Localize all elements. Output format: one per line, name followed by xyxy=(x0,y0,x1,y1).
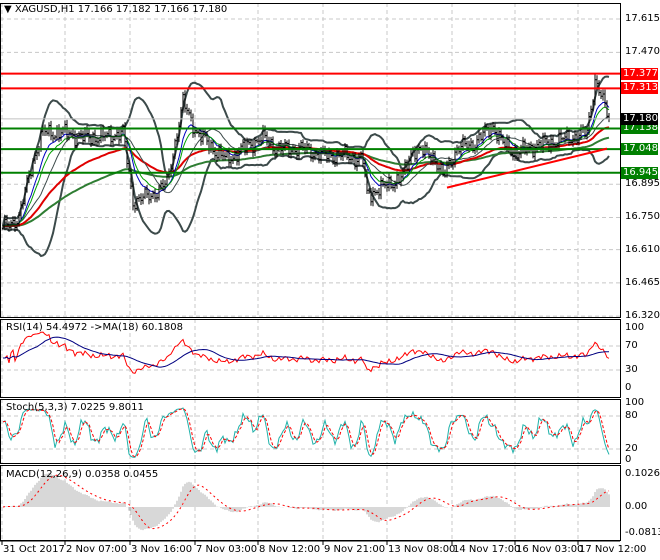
macd-tick-label: -0.0813 xyxy=(625,527,660,539)
level-label: 17.377 xyxy=(621,67,658,80)
level-label: 16.945 xyxy=(621,166,658,179)
time-axis-label: 13 Nov 08:00 xyxy=(388,544,456,555)
chart-window[interactable]: ▼ XAGUSD,H1 17.166 17.182 17.166 17.180 … xyxy=(0,0,660,560)
macd-title: MACD(12,26,9) 0.0358 0.0455 xyxy=(6,469,159,480)
price-tick-label: 17.470 xyxy=(625,46,660,58)
time-axis-label: 17 Nov 12:00 xyxy=(579,544,647,555)
rsi-tick-label: 0 xyxy=(625,382,632,393)
price-tick-label: 16.610 xyxy=(625,243,660,255)
time-axis-label: 2 Nov 07:00 xyxy=(66,544,128,555)
stoch-tick-label: 80 xyxy=(625,410,638,421)
stoch-tick-label: 0 xyxy=(625,454,632,465)
price-tick-label: 17.615 xyxy=(625,13,660,25)
time-axis-label: 14 Nov 17:00 xyxy=(453,544,521,555)
rsi-line xyxy=(3,331,610,374)
time-axis-label: 9 Nov 21:00 xyxy=(324,544,386,555)
macd-signal-line xyxy=(2,474,610,530)
stoch-title: Stoch(5,3,3) 7.0225 9.8011 xyxy=(6,402,144,413)
price-tick-label: 16.465 xyxy=(625,276,660,288)
time-axis-label: 31 Oct 2017 xyxy=(3,544,65,555)
macd-tick-label: 0.1026 xyxy=(625,468,660,479)
level-label: 17.313 xyxy=(621,82,658,95)
price-tick-label: 16.320 xyxy=(625,310,660,322)
price-tick-label: 16.750 xyxy=(625,211,660,223)
bollinger-upper xyxy=(2,75,610,227)
stoch-main-line xyxy=(2,407,610,458)
stoch-tick-label: 100 xyxy=(625,397,645,408)
symbol-header[interactable]: ▼ XAGUSD,H1 17.166 17.182 17.166 17.180 xyxy=(4,4,227,16)
macd-tick-label: 0.00 xyxy=(625,501,648,512)
time-axis-label: 16 Nov 03:00 xyxy=(516,544,584,555)
rsi-title: RSI(14) 54.4972 ->MA(18) 60.1808 xyxy=(6,322,183,333)
price-tick-label: 16.895 xyxy=(625,178,660,190)
ma-slow-green xyxy=(2,136,610,227)
ma-red xyxy=(2,126,610,227)
rsi-tick-label: 30 xyxy=(625,364,638,375)
last-price-label: 17.180 xyxy=(621,112,658,125)
time-axis-label: 8 Nov 12:00 xyxy=(259,544,321,555)
dropdown-triangle-icon[interactable]: ▼ xyxy=(4,4,12,15)
rsi-tick-label: 100 xyxy=(625,322,645,333)
level-label: 17.048 xyxy=(621,143,658,156)
rsi-tick-label: 70 xyxy=(625,340,638,351)
symbol-header-text: XAGUSD,H1 17.166 17.182 17.166 17.180 xyxy=(14,4,228,15)
time-axis-label: 3 Nov 16:00 xyxy=(131,544,193,555)
ma-fast-blue xyxy=(2,101,610,227)
time-axis-label: 7 Nov 03:00 xyxy=(196,544,258,555)
rsi-ma-line xyxy=(3,336,610,368)
